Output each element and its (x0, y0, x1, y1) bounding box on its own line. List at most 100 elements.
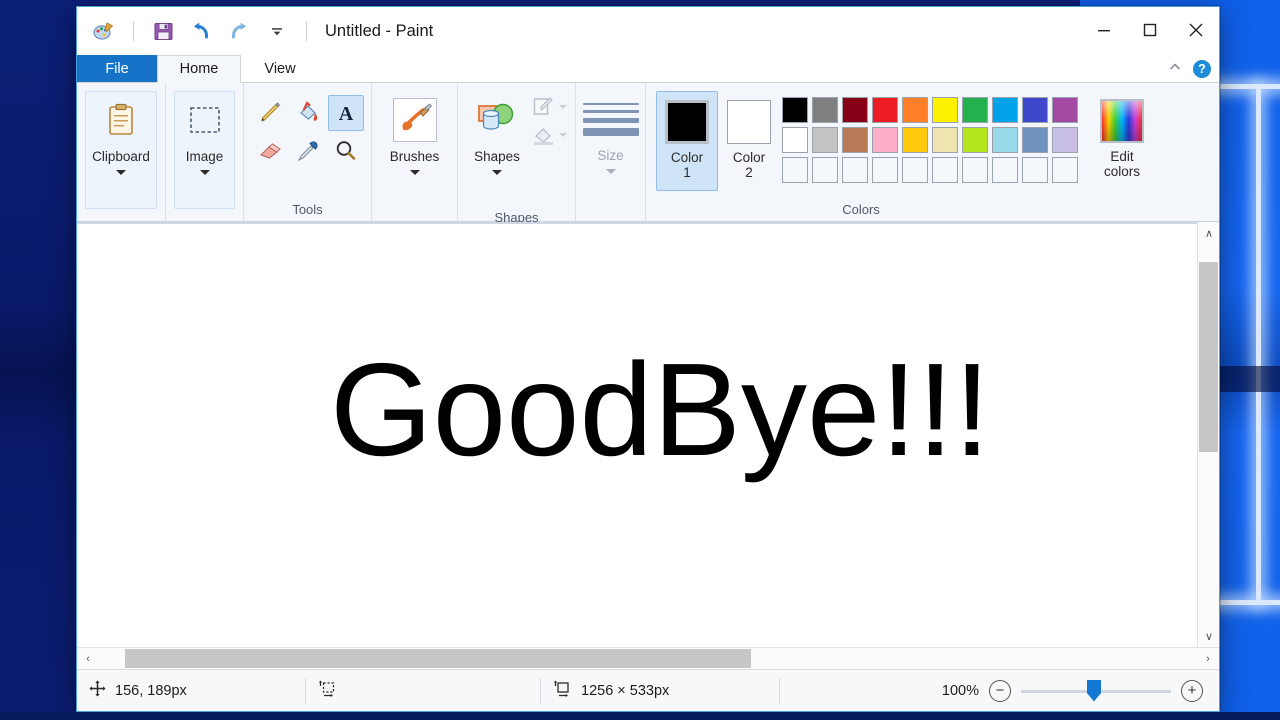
shape-outline-button[interactable] (532, 95, 567, 119)
edit-colors-icon (1100, 99, 1144, 143)
palette-cell-r3-c9[interactable] (1020, 155, 1050, 185)
size-icon[interactable] (582, 103, 639, 136)
palette-cell-r2-c1[interactable] (780, 125, 810, 155)
palette-cell-r2-c2[interactable] (810, 125, 840, 155)
redo-icon[interactable] (224, 16, 254, 46)
palette-cell-r3-c8[interactable] (990, 155, 1020, 185)
paint-palette-icon[interactable] (89, 16, 119, 46)
palette-cell-r2-c4[interactable] (870, 125, 900, 155)
palette-cell-r3-c7[interactable] (960, 155, 990, 185)
text-tool[interactable]: A (327, 95, 364, 131)
zoom-in-button[interactable]: + (1181, 679, 1203, 702)
scroll-up-icon[interactable]: ∧ (1198, 222, 1220, 244)
canvas-viewport[interactable]: GoodBye!!! (77, 222, 1197, 647)
ribbon-group-size: Size (575, 83, 645, 221)
eraser-tool[interactable] (252, 133, 288, 169)
undo-icon[interactable] (186, 16, 216, 46)
image-dropdown-icon[interactable] (199, 170, 210, 176)
color2-number-text: 2 (745, 164, 753, 180)
palette-cell-r1-c5[interactable] (900, 95, 930, 125)
outline-dropdown-icon[interactable] (559, 105, 567, 109)
collapse-ribbon-icon[interactable] (1167, 59, 1183, 80)
clipboard-button[interactable]: Clipboard (85, 91, 157, 209)
palette-cell-r2-c3[interactable] (840, 125, 870, 155)
customize-qat-icon[interactable] (262, 16, 292, 46)
palette-cell-r1-c8[interactable] (990, 95, 1020, 125)
tab-home[interactable]: Home (157, 55, 241, 83)
fill-dropdown-icon[interactable] (559, 133, 567, 137)
color1-button[interactable]: Color 1 (656, 91, 718, 191)
palette-cell-r3-c6[interactable] (930, 155, 960, 185)
canvas-text[interactable]: GoodBye!!! (330, 344, 990, 476)
zoom-out-button[interactable]: − (989, 679, 1011, 702)
image-button[interactable]: Image (174, 91, 235, 209)
palette-cell-r1-c4[interactable] (870, 95, 900, 125)
title-bar[interactable]: Untitled - Paint (77, 7, 1219, 55)
ribbon-right-controls[interactable]: ? (1167, 55, 1211, 83)
close-button[interactable] (1173, 7, 1219, 53)
svg-text:A: A (338, 103, 353, 125)
palette-cell-r3-c4[interactable] (870, 155, 900, 185)
scroll-down-icon[interactable]: ∨ (1198, 625, 1220, 647)
palette-cell-r3-c5[interactable] (900, 155, 930, 185)
save-icon[interactable] (148, 16, 178, 46)
scroll-left-icon[interactable]: ‹ (77, 648, 99, 670)
palette-cell-r3-c3[interactable] (840, 155, 870, 185)
palette-cell-r2-c10[interactable] (1050, 125, 1080, 155)
horizontal-scroll-track[interactable] (99, 648, 1197, 669)
palette-cell-r1-c7[interactable] (960, 95, 990, 125)
help-icon[interactable]: ? (1193, 60, 1211, 78)
palette-cell-r3-c1[interactable] (780, 155, 810, 185)
color-swatch (1022, 97, 1048, 123)
shape-fill-button[interactable] (532, 123, 567, 147)
minimize-button[interactable] (1081, 7, 1127, 53)
palette-cell-r2-c5[interactable] (900, 125, 930, 155)
palette-cell-r1-c6[interactable] (930, 95, 960, 125)
horizontal-scroll-thumb[interactable] (125, 649, 751, 668)
color-swatch (902, 127, 928, 153)
palette-cell-r1-c2[interactable] (810, 95, 840, 125)
color-palette[interactable] (780, 95, 1080, 185)
maximize-button[interactable] (1127, 7, 1173, 53)
window-controls[interactable] (1081, 7, 1219, 53)
ribbon-group-colors: Color 1 Color 2 Edit colors Colors (645, 83, 1219, 221)
horizontal-scrollbar[interactable]: ‹ › (77, 647, 1219, 669)
palette-cell-r1-c10[interactable] (1050, 95, 1080, 125)
shapes-button[interactable]: Shapes (466, 91, 528, 209)
scroll-right-icon[interactable]: › (1197, 648, 1219, 670)
tab-view[interactable]: View (241, 55, 319, 82)
clipboard-dropdown-icon[interactable] (116, 170, 126, 176)
color-swatch (842, 157, 868, 183)
magnifier-tool[interactable] (328, 133, 364, 169)
quick-access-toolbar[interactable] (89, 16, 313, 46)
pencil-tool[interactable] (252, 95, 288, 131)
palette-cell-r3-c2[interactable] (810, 155, 840, 185)
palette-cell-r2-c8[interactable] (990, 125, 1020, 155)
zoom-controls[interactable]: 100% − + (942, 679, 1219, 702)
canvas-area: GoodBye!!! ∧ ∨ (77, 222, 1219, 647)
size-dropdown-icon[interactable] (605, 169, 616, 174)
ribbon-tab-bar[interactable]: File Home View ? (77, 55, 1219, 83)
color-picker-tool[interactable] (290, 133, 326, 169)
brushes-dropdown-icon[interactable] (409, 170, 420, 176)
palette-cell-r3-c10[interactable] (1050, 155, 1080, 185)
fill-tool[interactable] (290, 95, 326, 131)
color-swatch (992, 127, 1018, 153)
brushes-button[interactable]: Brushes (380, 91, 449, 209)
palette-cell-r1-c9[interactable] (1020, 95, 1050, 125)
palette-cell-r1-c1[interactable] (780, 95, 810, 125)
canvas-sheet[interactable]: GoodBye!!! (85, 224, 1197, 647)
tab-file[interactable]: File (77, 55, 157, 82)
palette-cell-r1-c3[interactable] (840, 95, 870, 125)
palette-cell-r2-c7[interactable] (960, 125, 990, 155)
palette-cell-r2-c9[interactable] (1020, 125, 1050, 155)
color2-button[interactable]: Color 2 (718, 91, 780, 191)
zoom-slider[interactable] (1021, 679, 1171, 702)
zoom-slider-thumb[interactable] (1087, 679, 1101, 702)
vertical-scrollbar[interactable]: ∧ ∨ (1197, 222, 1219, 647)
palette-cell-r2-c6[interactable] (930, 125, 960, 155)
vertical-scroll-track[interactable] (1198, 244, 1219, 625)
edit-colors-button[interactable]: Edit colors (1086, 91, 1158, 180)
shapes-dropdown-icon[interactable] (492, 170, 502, 176)
vertical-scroll-thumb[interactable] (1199, 262, 1218, 452)
